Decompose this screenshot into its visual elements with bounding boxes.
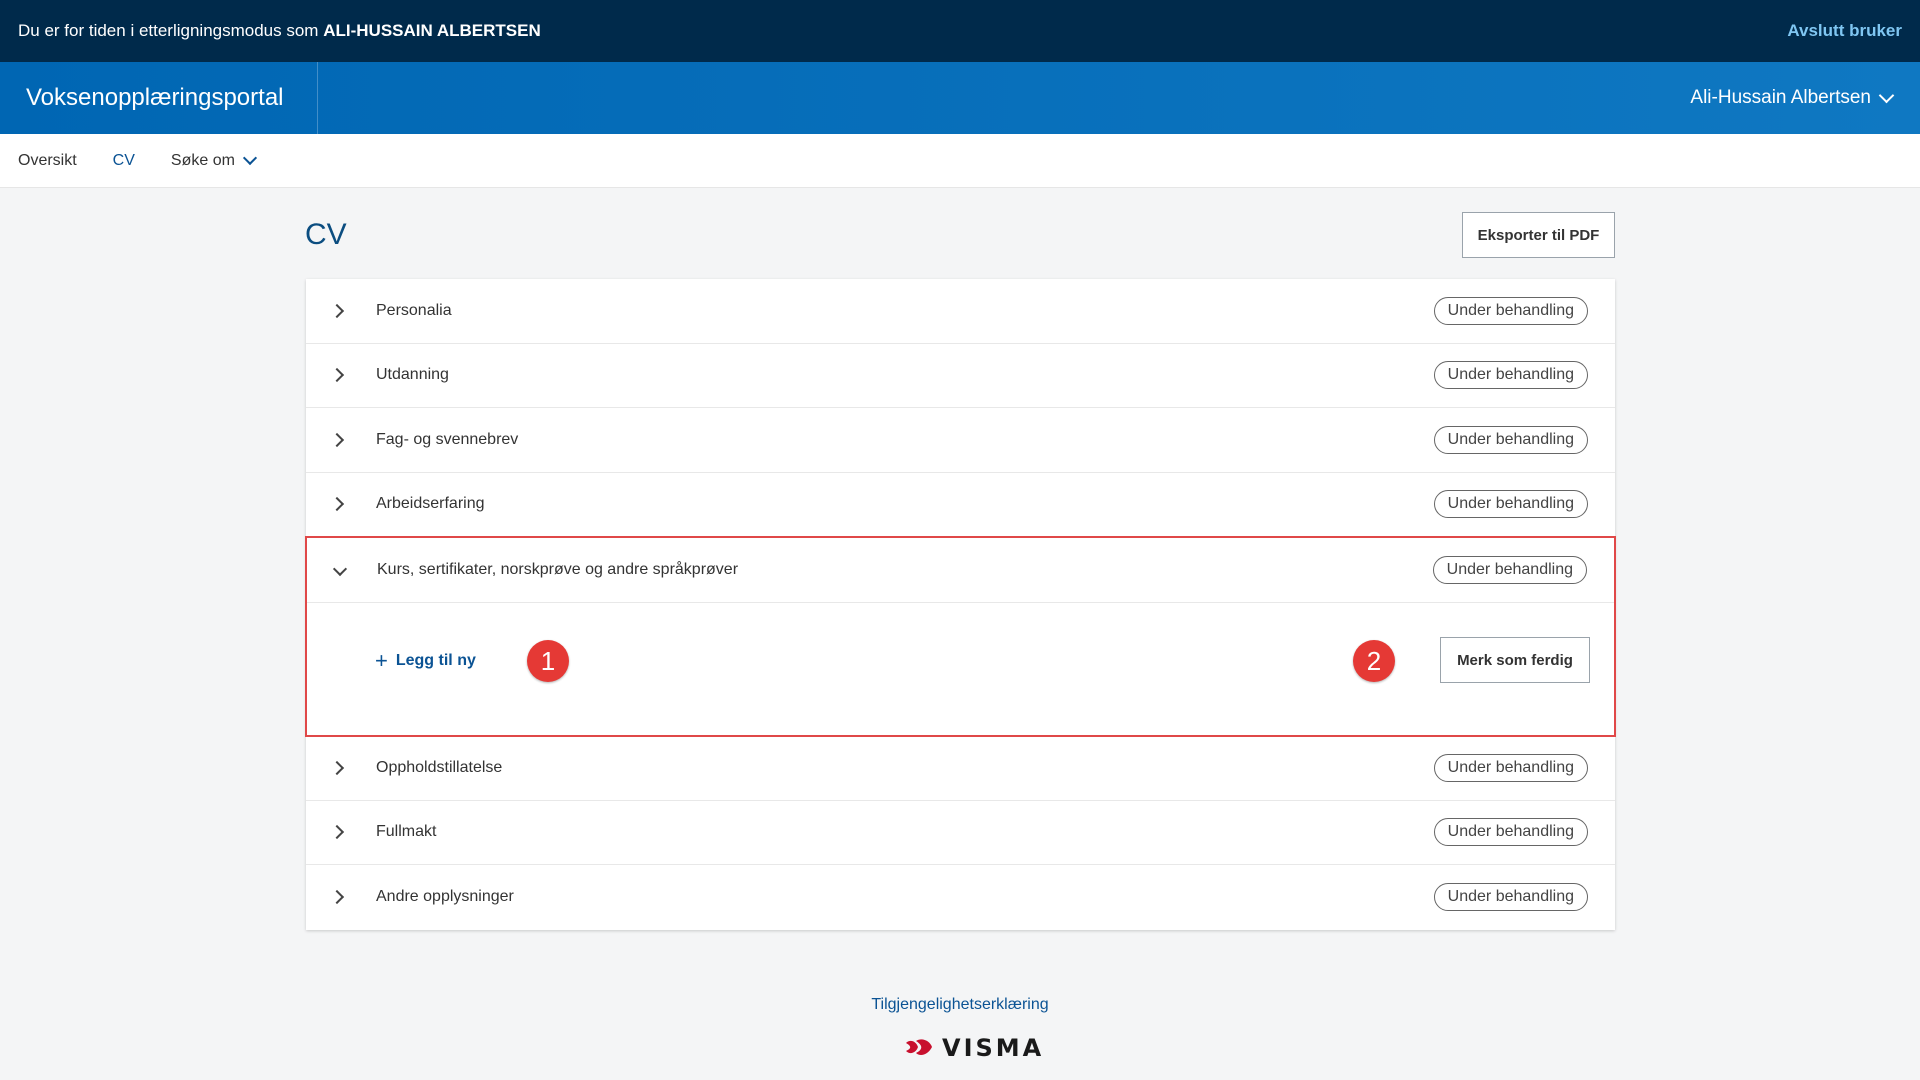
cv-accordion: Personalia Under behandling Utdanning Un… xyxy=(305,279,1616,930)
status-badge: Under behandling xyxy=(1433,361,1588,390)
chevron-right-icon xyxy=(329,760,345,775)
chevron-right-icon xyxy=(329,497,345,512)
section-label: Fullmakt xyxy=(376,823,437,841)
accessibility-statement-link[interactable]: Tilgjengelighetserklæring xyxy=(0,996,1920,1014)
section-personalia[interactable]: Personalia Under behandling xyxy=(306,279,1615,344)
user-name: Ali-Hussain Albertsen xyxy=(1690,87,1871,108)
section-label: Personalia xyxy=(376,301,452,319)
visma-logo-text: VISMA xyxy=(942,1034,1045,1062)
impersonated-user: ALI-HUSSAIN ALBERTSEN xyxy=(323,21,541,40)
chevron-down-icon xyxy=(242,150,257,166)
plus-icon: + xyxy=(375,648,388,673)
user-menu[interactable]: Ali-Hussain Albertsen xyxy=(1690,87,1920,109)
visma-logo: VISMA xyxy=(904,1034,1044,1062)
section-arbeidserfaring[interactable]: Arbeidserfaring Under behandling xyxy=(306,473,1615,537)
section-oppholdstillatelse[interactable]: Oppholdstillatelse Under behandling xyxy=(306,736,1615,801)
annotation-marker-1: 1 xyxy=(527,640,569,682)
status-badge: Under behandling xyxy=(1433,425,1588,454)
section-fag-og-svennebrev[interactable]: Fag- og svennebrev Under behandling xyxy=(306,408,1615,473)
section-utdanning[interactable]: Utdanning Under behandling xyxy=(306,344,1615,408)
section-label: Arbeidserfaring xyxy=(376,495,485,513)
status-badge: Under behandling xyxy=(1433,818,1588,847)
nav-item-soke-om[interactable]: Søke om xyxy=(171,150,257,170)
visma-logo-icon xyxy=(906,1039,932,1055)
section-label: Kurs, sertifikater, norskprøve og andre … xyxy=(377,561,739,578)
chevron-down-icon xyxy=(332,561,348,577)
section-kurs[interactable]: Kurs, sertifikater, norskprøve og andre … xyxy=(307,538,1614,603)
chevron-right-icon xyxy=(329,368,345,383)
section-fullmakt[interactable]: Fullmakt Under behandling xyxy=(306,801,1615,865)
section-label: Andre opplysninger xyxy=(376,888,514,906)
add-new-link[interactable]: + Legg til ny xyxy=(375,650,476,672)
section-label: Fag- og svennebrev xyxy=(376,430,519,448)
section-kurs-expanded: Kurs, sertifikater, norskprøve og andre … xyxy=(305,536,1616,737)
status-badge: Under behandling xyxy=(1433,753,1588,782)
chevron-down-icon xyxy=(1878,87,1895,103)
page-title: CV xyxy=(305,218,347,251)
impersonation-bar: Du er for tiden i etterligningsmodus som… xyxy=(0,0,1920,62)
impersonation-message: Du er for tiden i etterligningsmodus som… xyxy=(18,21,541,40)
chevron-right-icon xyxy=(329,825,345,840)
mark-as-done-button[interactable]: Merk som ferdig xyxy=(1440,637,1590,683)
status-badge: Under behandling xyxy=(1432,556,1587,584)
annotation-marker-2: 2 xyxy=(1353,640,1395,682)
section-andre-opplysninger[interactable]: Andre opplysninger Under behandling xyxy=(306,865,1615,930)
section-label: Oppholdstillatelse xyxy=(376,758,503,776)
portal-brand[interactable]: Voksenopplæringsportal xyxy=(0,62,318,134)
status-badge: Under behandling xyxy=(1433,490,1588,519)
chevron-right-icon xyxy=(329,890,345,905)
export-pdf-button[interactable]: Eksporter til PDF xyxy=(1462,212,1615,258)
section-label: Utdanning xyxy=(376,366,449,384)
app-header: Voksenopplæringsportal Ali-Hussain Alber… xyxy=(0,62,1920,134)
chevron-right-icon xyxy=(329,303,345,318)
chevron-right-icon xyxy=(329,432,345,447)
nav-item-cv[interactable]: CV xyxy=(113,152,135,170)
status-badge: Under behandling xyxy=(1433,883,1588,912)
status-badge: Under behandling xyxy=(1433,296,1588,325)
end-impersonation-link[interactable]: Avslutt bruker xyxy=(1787,21,1902,41)
section-kurs-body: + Legg til ny 1 2 Merk som ferdig xyxy=(307,603,1614,735)
main-nav: Oversikt CV Søke om xyxy=(0,134,1920,188)
nav-item-oversikt[interactable]: Oversikt xyxy=(18,152,77,170)
